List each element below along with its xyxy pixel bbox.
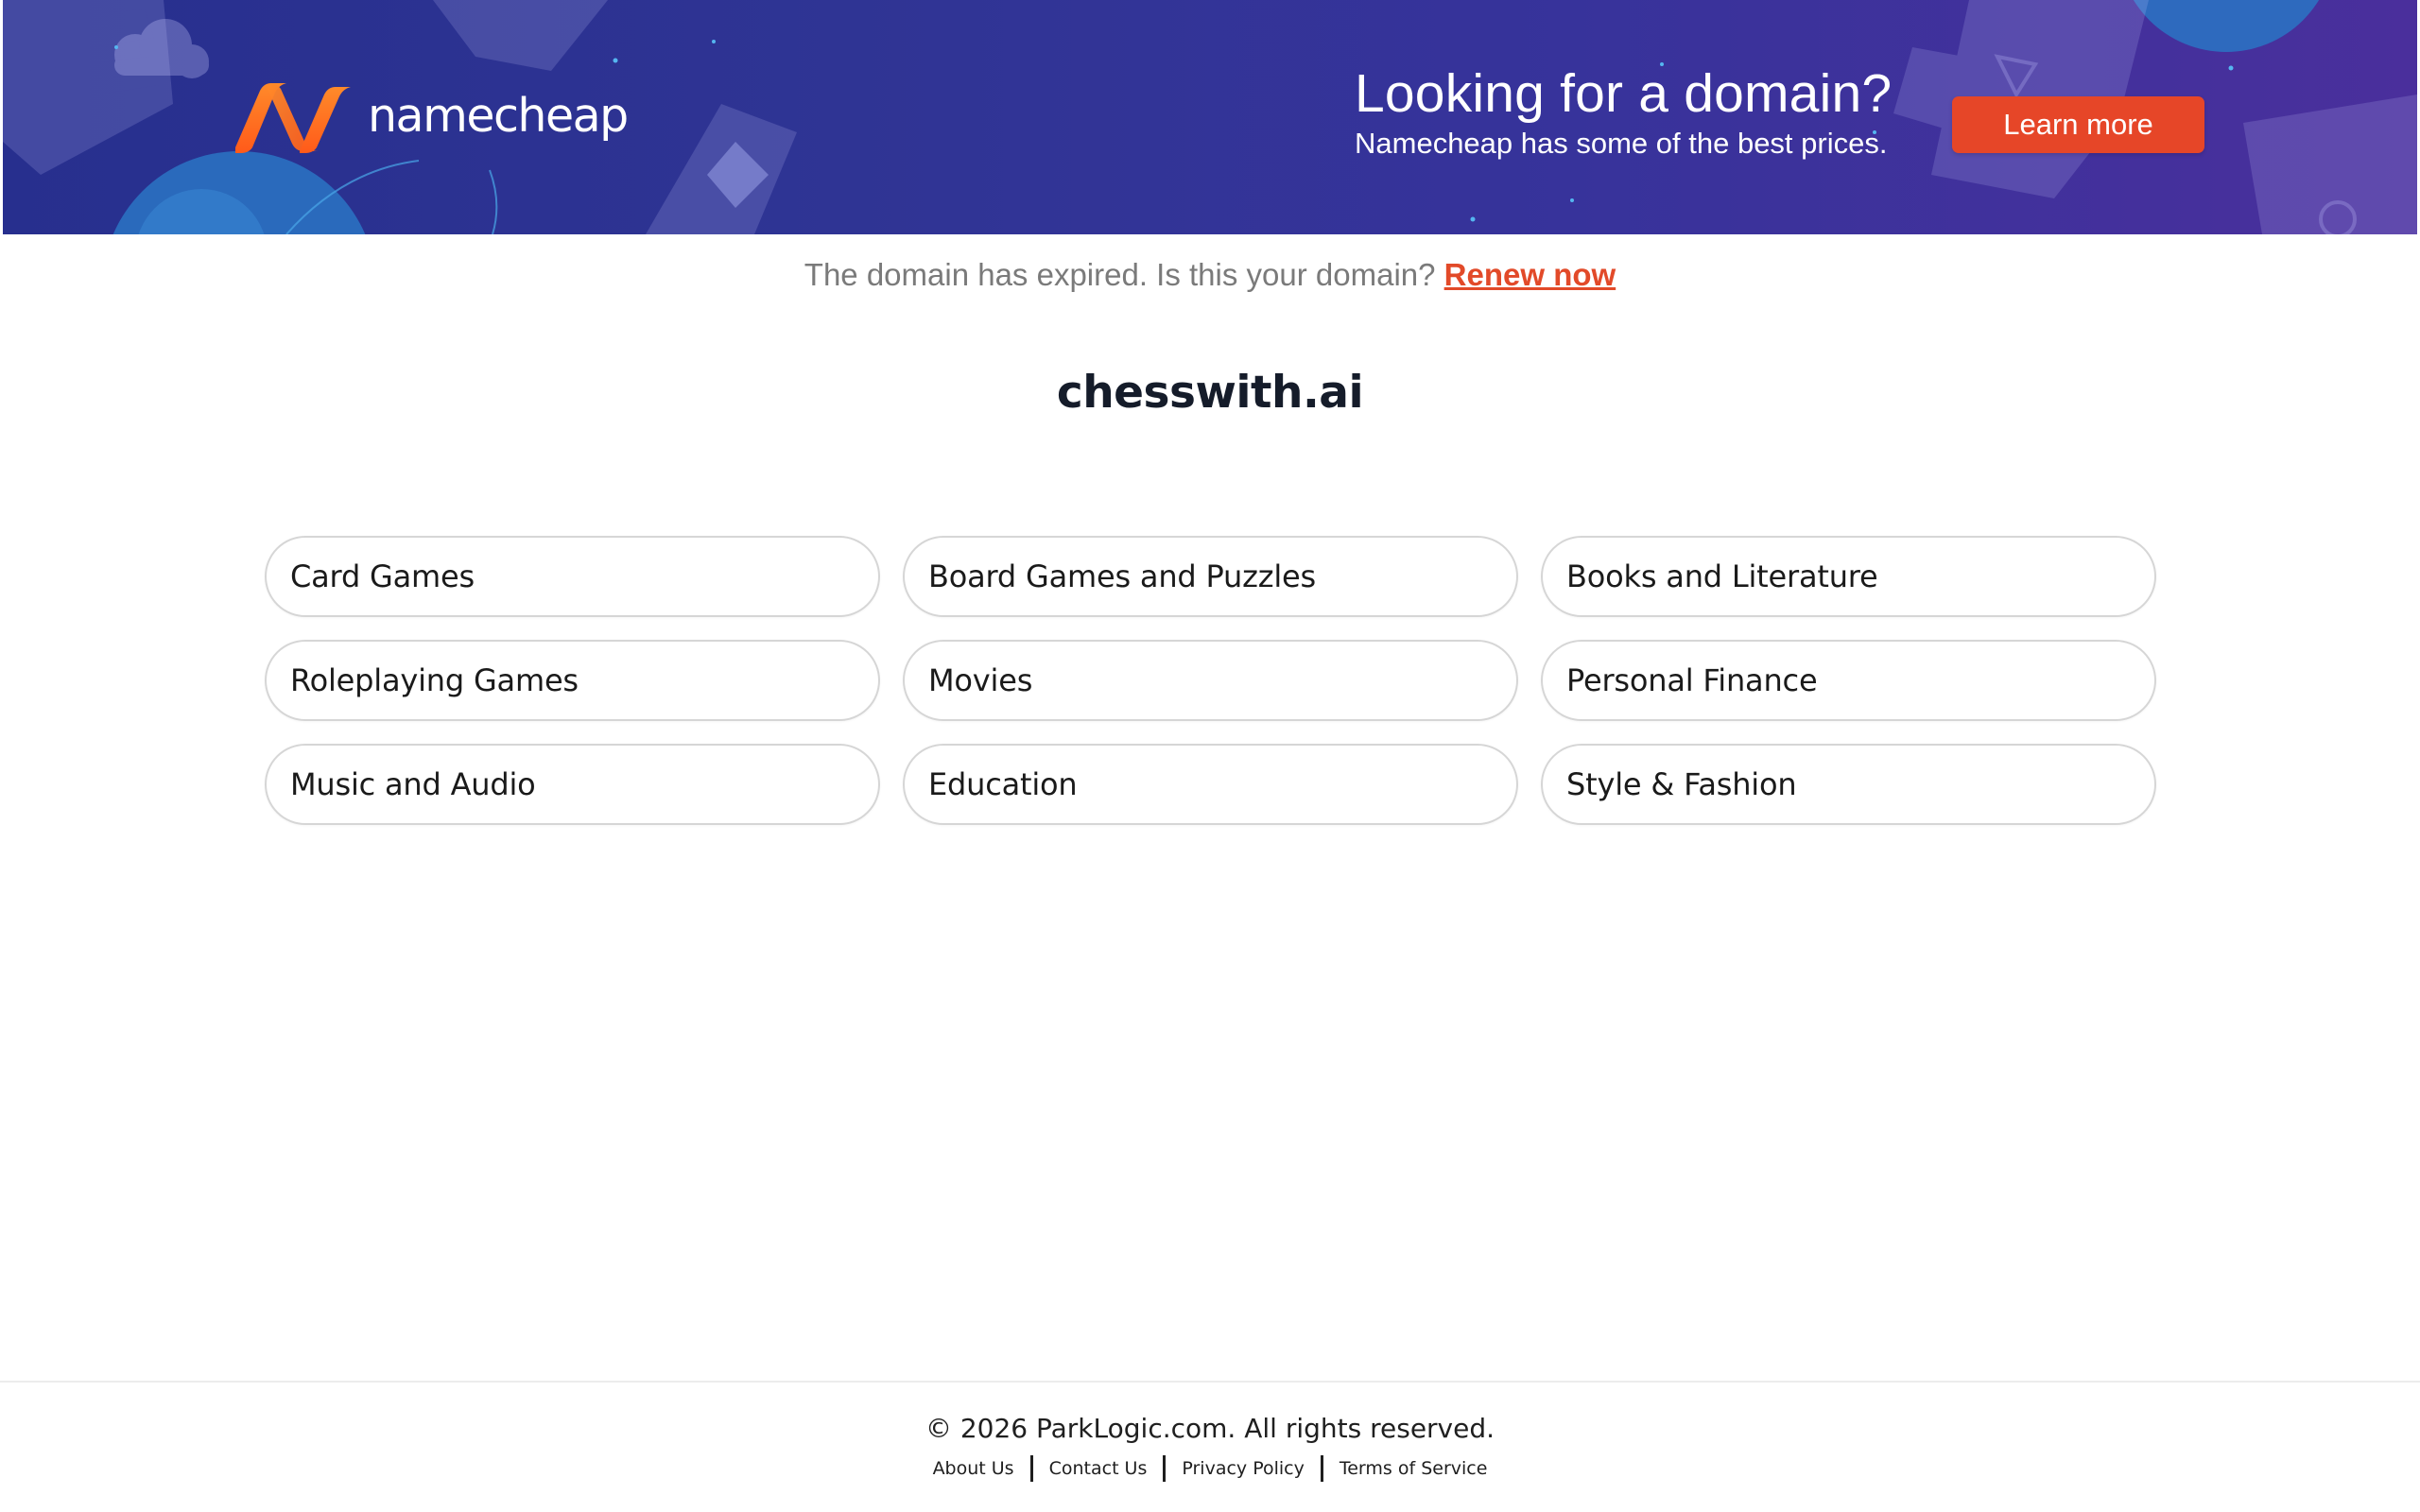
expired-notice: The domain has expired. Is this your dom… xyxy=(0,253,2420,297)
category-education[interactable]: Education xyxy=(903,744,1518,825)
footer-copyright: © 2026 ParkLogic.com. All rights reserve… xyxy=(925,1413,1495,1444)
category-personal-finance[interactable]: Personal Finance xyxy=(1541,640,2156,721)
category-card-games[interactable]: Card Games xyxy=(265,536,880,617)
category-board-games-and-puzzles[interactable]: Board Games and Puzzles xyxy=(903,536,1518,617)
category-movies[interactable]: Movies xyxy=(903,640,1518,721)
namecheap-n-icon xyxy=(235,83,351,153)
category-grid: Card Games Board Games and Puzzles Books… xyxy=(265,536,2156,825)
footer-links: About Us Contact Us Privacy Policy Terms… xyxy=(0,1452,2420,1486)
footer-link-terms-of-service[interactable]: Terms of Service xyxy=(1323,1452,1504,1486)
footer-divider xyxy=(0,1381,2420,1383)
footer-link-contact-us[interactable]: Contact Us xyxy=(1033,1452,1164,1486)
page: namecheap Looking for a domain? Namechea… xyxy=(0,0,2420,1512)
learn-more-button[interactable]: Learn more xyxy=(1952,96,2204,153)
footer-link-privacy-policy[interactable]: Privacy Policy xyxy=(1166,1452,1320,1486)
promo-text: Looking for a domain? Namecheap has some… xyxy=(1355,60,1892,161)
footer-link-about-us[interactable]: About Us xyxy=(917,1452,1030,1486)
promo-headline: Looking for a domain? xyxy=(1355,63,1893,124)
promo-banner[interactable]: namecheap Looking for a domain? Namechea… xyxy=(3,0,2417,234)
promo-subheadline: Namecheap has some of the best prices. xyxy=(1355,127,1888,160)
domain-name-title: chesswith.ai xyxy=(1056,367,1364,419)
expired-notice-text: The domain has expired. Is this your dom… xyxy=(804,257,1436,292)
category-roleplaying-games[interactable]: Roleplaying Games xyxy=(265,640,880,721)
category-books-and-literature[interactable]: Books and Literature xyxy=(1541,536,2156,617)
namecheap-logo[interactable]: namecheap xyxy=(232,81,629,153)
renew-now-link[interactable]: Renew now xyxy=(1444,257,1616,292)
category-music-and-audio[interactable]: Music and Audio xyxy=(265,744,880,825)
category-style-and-fashion[interactable]: Style & Fashion xyxy=(1541,744,2156,825)
brand-name: namecheap xyxy=(368,88,629,143)
